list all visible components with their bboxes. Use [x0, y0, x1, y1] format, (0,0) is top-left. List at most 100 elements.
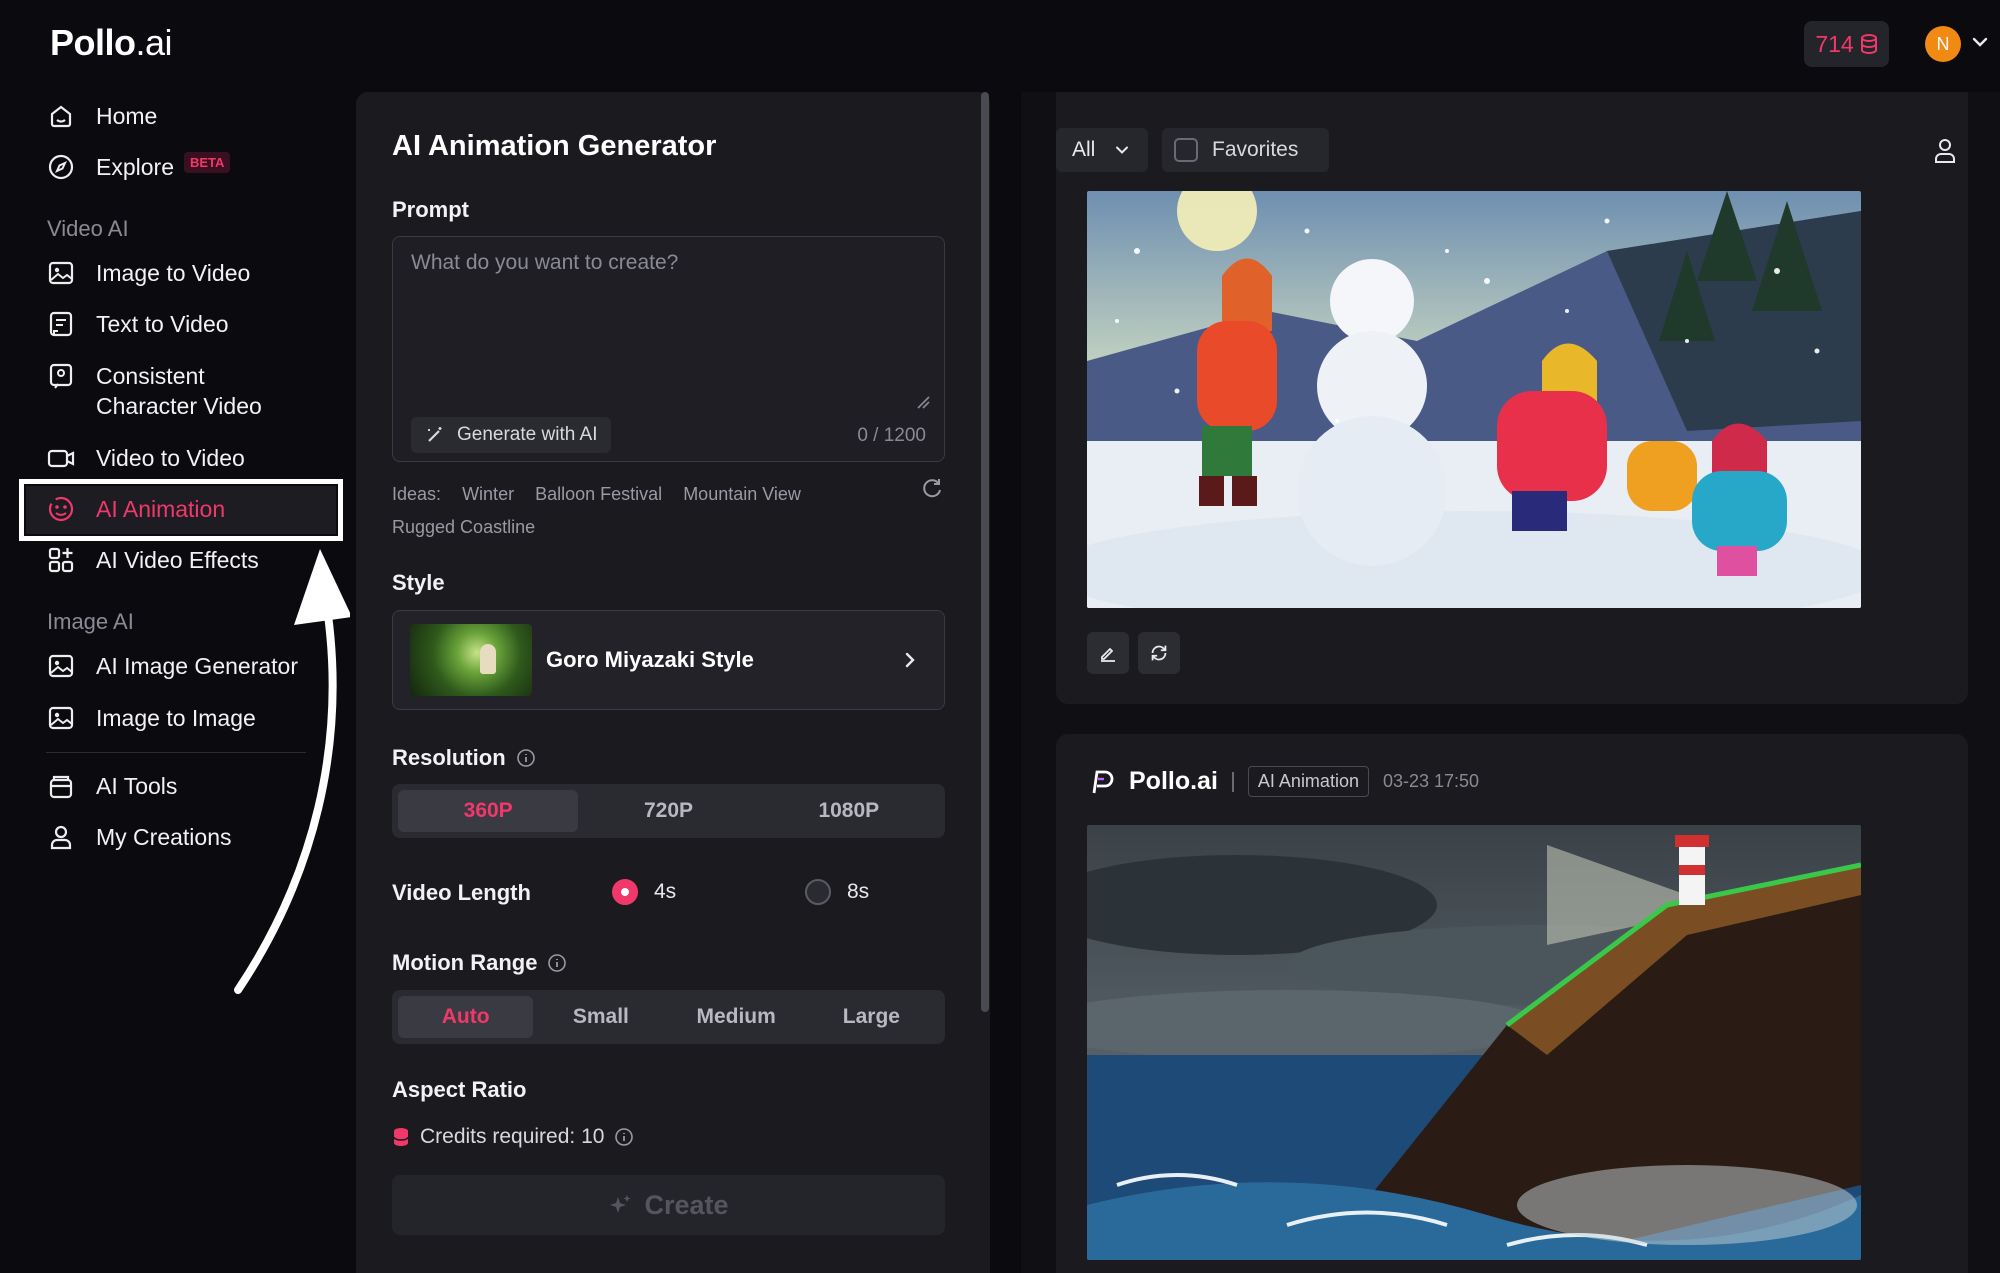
resolution-option-1080p[interactable]: 1080P: [759, 790, 939, 832]
resize-grip-icon[interactable]: [916, 395, 930, 409]
filter-dropdown[interactable]: All: [1056, 128, 1148, 172]
sidebar-item-label: Video to Video: [96, 445, 245, 471]
favorites-checkbox[interactable]: [1174, 138, 1198, 162]
credits-required: Credits required: 10: [392, 1125, 634, 1149]
resolution-label: Resolution: [392, 745, 536, 771]
image-sparkle-icon: [48, 654, 74, 678]
sidebar-item-label-line2: Character Video: [96, 393, 262, 419]
style-name: Goro Miyazaki Style: [546, 647, 754, 672]
beta-badge: BETA: [183, 152, 231, 173]
motion-option-medium[interactable]: Medium: [669, 996, 804, 1038]
pollo-logo[interactable]: Pollo.ai: [50, 22, 173, 64]
radio-empty-icon: [805, 879, 831, 905]
image-video-icon: [48, 261, 74, 285]
coins-icon: [393, 1128, 409, 1146]
favorites-filter[interactable]: Favorites: [1162, 128, 1329, 172]
resolution-selector: 360P 720P 1080P: [392, 784, 945, 838]
credits-badge[interactable]: 714: [1804, 21, 1889, 67]
sidebar-item-label: Image to Video: [96, 260, 251, 286]
user-settings-icon[interactable]: [1930, 136, 1960, 166]
motion-option-large[interactable]: Large: [804, 996, 939, 1038]
sidebar-item-label: AI Tools: [96, 773, 178, 799]
tools-box-icon: [49, 775, 73, 799]
sidebar-item-text-to-video[interactable]: Text to Video: [46, 309, 229, 339]
aspect-ratio-label: Aspect Ratio: [392, 1077, 527, 1102]
effects-grid-icon: [48, 547, 74, 573]
regenerate-button[interactable]: [1138, 632, 1180, 674]
chevron-down-icon: [1116, 146, 1128, 154]
image-icon: [48, 706, 74, 730]
sidebar-item-explore[interactable]: Explore BETA: [46, 152, 231, 182]
edit-button[interactable]: [1087, 632, 1129, 674]
create-button[interactable]: Create: [392, 1175, 945, 1235]
length-option-8s[interactable]: 8s: [805, 879, 869, 905]
page-title: AI Animation Generator: [392, 130, 717, 162]
create-label: Create: [644, 1189, 729, 1220]
prompt-box: Generate with AI 0 / 1200: [392, 236, 945, 462]
character-icon: [49, 363, 73, 389]
idea-chip[interactable]: Rugged Coastline: [392, 517, 535, 537]
animation-face-icon: [48, 496, 74, 522]
sidebar-item-ai-tools[interactable]: AI Tools: [46, 771, 177, 801]
magic-wand-icon: [428, 427, 442, 442]
user-icon: [50, 825, 72, 850]
panel-scrollbar[interactable]: [981, 92, 989, 1012]
avatar[interactable]: N: [1925, 26, 1961, 62]
sidebar-item-home[interactable]: Home: [46, 101, 157, 131]
result-timestamp: 03-23 17:50: [1382, 771, 1480, 791]
result-type-tag: AI Animation: [1247, 766, 1369, 797]
video-camera-icon: [47, 449, 75, 468]
style-selector[interactable]: Goro Miyazaki Style: [392, 610, 945, 710]
info-icon[interactable]: [547, 953, 567, 973]
refresh-ideas-icon[interactable]: [920, 476, 944, 500]
chevron-down-icon[interactable]: [1968, 30, 1992, 54]
section-label-image-ai: Image AI: [47, 609, 134, 634]
length-option-4s[interactable]: 4s: [612, 879, 676, 905]
coins-icon: [1860, 34, 1877, 54]
section-label-video-ai: Video AI: [47, 216, 129, 241]
generate-with-ai-label: Generate with AI: [457, 424, 598, 445]
sidebar-item-label: Text to Video: [96, 311, 229, 337]
motion-option-auto[interactable]: Auto: [398, 996, 534, 1038]
generated-image-lighthouse[interactable]: [1087, 825, 1861, 1260]
ideas-label: Ideas:: [392, 484, 442, 504]
sparkle-icon: [610, 1195, 631, 1213]
resolution-option-720p[interactable]: 720P: [578, 790, 758, 832]
radio-selected-icon: [612, 879, 638, 905]
chevron-right-icon: [905, 652, 915, 668]
style-label: Style: [392, 570, 445, 595]
sidebar-item-consistent-character[interactable]: Consistent Character Video: [46, 361, 262, 421]
idea-chip[interactable]: Mountain View: [683, 484, 801, 504]
sidebar-item-label: Home: [96, 103, 158, 129]
generate-with-ai-button[interactable]: Generate with AI: [411, 417, 612, 453]
sidebar-item-ai-animation[interactable]: AI Animation: [46, 494, 225, 524]
motion-range-selector: Auto Small Medium Large: [392, 990, 945, 1044]
idea-chip[interactable]: Balloon Festival: [535, 484, 662, 504]
result-brand: Pollo.ai: [1129, 767, 1218, 795]
text-video-icon: [49, 311, 73, 337]
motion-range-label: Motion Range: [392, 950, 567, 976]
prompt-label: Prompt: [392, 197, 469, 222]
ideas-row: Ideas: Winter Balloon Festival Mountain …: [392, 478, 952, 544]
pencil-icon: [1101, 647, 1115, 662]
lighthouse-scene-image: [1087, 825, 1861, 1260]
length-option-label: 4s: [654, 880, 677, 903]
generated-image-winter[interactable]: [1087, 191, 1861, 608]
idea-chip[interactable]: Winter: [462, 484, 514, 504]
sidebar-item-my-creations[interactable]: My Creations: [46, 822, 231, 852]
favorites-label: Favorites: [1212, 138, 1299, 161]
character-counter: 0 / 1200: [857, 425, 926, 446]
annotation-arrow: [234, 549, 350, 994]
video-length-label: Video Length: [392, 880, 531, 905]
filter-value: All: [1072, 138, 1096, 161]
info-icon[interactable]: [516, 748, 536, 768]
sidebar-item-image-to-video[interactable]: Image to Video: [46, 258, 250, 288]
motion-option-small[interactable]: Small: [533, 996, 668, 1038]
credits-count: 714: [1815, 30, 1854, 57]
compass-icon: [48, 154, 74, 180]
resolution-option-360p[interactable]: 360P: [398, 790, 579, 832]
sidebar-item-video-to-video[interactable]: Video to Video: [46, 443, 245, 473]
prompt-input[interactable]: [411, 251, 921, 391]
info-icon[interactable]: [614, 1127, 634, 1147]
credits-required-text: Credits required: 10: [420, 1125, 605, 1148]
